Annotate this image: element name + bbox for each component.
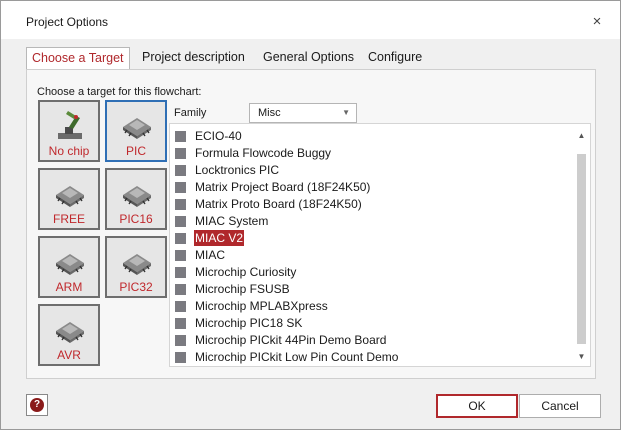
- device-list[interactable]: ECIO-40 Formula Flowcode Buggy Locktroni…: [169, 123, 591, 367]
- chip-icon: [56, 186, 84, 207]
- device-icon: [175, 352, 186, 363]
- chevron-down-icon: ▼: [342, 108, 350, 117]
- tab-choose-target[interactable]: Choose a Target: [26, 47, 130, 70]
- device-icon: [175, 199, 186, 210]
- list-item[interactable]: Microchip FSUSB: [175, 281, 565, 297]
- target-instruction: Choose a target for this flowchart:: [37, 86, 202, 98]
- list-item[interactable]: Microchip PIC18 SK: [175, 315, 565, 331]
- help-icon: ?: [30, 398, 44, 412]
- device-icon: [175, 216, 186, 227]
- family-label: Family: [174, 107, 207, 119]
- list-item-selected[interactable]: MIAC V2: [175, 230, 565, 246]
- close-icon[interactable]: ×: [586, 11, 608, 33]
- list-item[interactable]: MIAC System: [175, 213, 565, 229]
- list-item[interactable]: Matrix Project Board (18F24K50): [175, 179, 565, 195]
- target-label-arm: ARM: [55, 280, 83, 294]
- scroll-up-icon[interactable]: ▲: [573, 129, 590, 143]
- device-icon: [175, 233, 186, 244]
- help-button[interactable]: ?: [26, 394, 48, 416]
- device-icon: [175, 267, 186, 278]
- list-item[interactable]: Locktronics PIC: [175, 162, 565, 178]
- list-item[interactable]: Matrix Proto Board (18F24K50): [175, 196, 565, 212]
- target-pic16-button[interactable]: PIC16: [105, 168, 167, 230]
- list-item[interactable]: Microchip Curiosity: [175, 264, 565, 280]
- chip-icon: [56, 254, 84, 275]
- chip-icon: [123, 254, 151, 275]
- scroll-down-icon[interactable]: ▼: [573, 350, 590, 364]
- list-item[interactable]: Formula Flowcode Buggy: [175, 145, 565, 161]
- target-pic-button[interactable]: PIC: [105, 100, 167, 162]
- target-pic32-button[interactable]: PIC32: [105, 236, 167, 298]
- scrollbar-thumb[interactable]: [577, 154, 586, 344]
- family-value: Misc: [258, 107, 281, 119]
- list-item[interactable]: ECIO-40: [175, 128, 565, 144]
- target-avr-button[interactable]: AVR: [38, 304, 100, 366]
- list-item[interactable]: MIAC: [175, 247, 565, 263]
- window-title: Project Options: [26, 15, 109, 29]
- device-icon: [175, 148, 186, 159]
- device-icon: [175, 301, 186, 312]
- device-icon: [175, 165, 186, 176]
- device-icon: [175, 284, 186, 295]
- device-icon: [175, 318, 186, 329]
- device-icon: [175, 335, 186, 346]
- choose-target-panel: Choose a target for this flowchart: No c…: [26, 69, 596, 379]
- device-icon: [175, 131, 186, 142]
- target-no-chip-button[interactable]: No chip: [38, 100, 100, 162]
- vertical-scrollbar[interactable]: ▲ ▼: [573, 124, 590, 366]
- tab-general-options[interactable]: General Options: [258, 47, 359, 69]
- cancel-button[interactable]: Cancel: [519, 394, 601, 418]
- target-label-pic: PIC: [125, 144, 146, 158]
- list-item[interactable]: Microchip MPLABXpress: [175, 298, 565, 314]
- title-bar: Project Options ×: [1, 1, 620, 39]
- chip-icon: [123, 118, 151, 139]
- tab-project-description[interactable]: Project description: [137, 47, 250, 69]
- family-select[interactable]: Misc ▼: [249, 103, 357, 123]
- target-label-no-chip: No chip: [48, 144, 90, 158]
- device-icon: [175, 182, 186, 193]
- ok-button[interactable]: OK: [436, 394, 518, 418]
- list-item[interactable]: Microchip PICkit Low Pin Count Demo: [175, 349, 565, 365]
- target-label-avr: AVR: [57, 348, 81, 362]
- target-label-pic16: PIC16: [119, 212, 153, 226]
- list-item[interactable]: Microchip PICkit 44Pin Demo Board: [175, 332, 565, 348]
- target-arm-button[interactable]: ARM: [38, 236, 100, 298]
- tab-configure[interactable]: Configure: [363, 47, 427, 69]
- chip-icon: [56, 322, 84, 343]
- project-options-dialog: Project Options × Choose a Target Projec…: [0, 0, 621, 430]
- robot-arm-icon: [58, 111, 82, 139]
- chip-icon: [123, 186, 151, 207]
- target-free-button[interactable]: FREE: [38, 168, 100, 230]
- target-label-pic32: PIC32: [119, 280, 153, 294]
- target-label-free: FREE: [52, 212, 85, 226]
- device-icon: [175, 250, 186, 261]
